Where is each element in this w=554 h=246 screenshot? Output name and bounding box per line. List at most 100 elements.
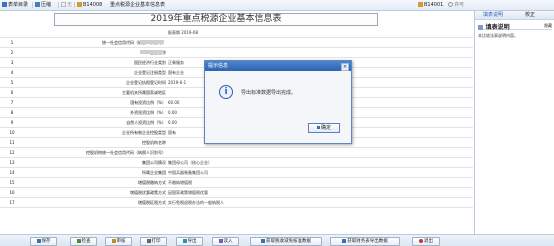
row-number: 2 bbox=[10, 50, 14, 55]
table-row: 2企业名称 bbox=[0, 48, 473, 58]
save-icon bbox=[36, 238, 41, 243]
dialog-title: 提示信息 bbox=[208, 63, 229, 69]
row-value[interactable]: 报表期 2019-08 bbox=[168, 28, 198, 37]
tab-fill-guide[interactable]: 填表说明 bbox=[483, 11, 503, 19]
row-label: 企业登记注册类型 bbox=[134, 70, 166, 75]
side-panel: 填表说明 校正 填表说明 隐藏 本比较法表说明内容。 bbox=[474, 11, 554, 234]
none-button[interactable]: 无 bbox=[61, 1, 72, 9]
dialog-message: 导出标准数据导出完成。 bbox=[241, 90, 297, 96]
table-row: 17 增值税征税方式 实行免税退税办法的一般纳税人 bbox=[0, 198, 473, 208]
tab-correct[interactable]: 校正 bbox=[525, 11, 535, 19]
redacted-value bbox=[140, 40, 164, 44]
row-number: 14 bbox=[9, 170, 15, 175]
table-row: 15 增值税缴纳方式 不缴纳增值税 bbox=[0, 178, 473, 188]
table-row: 13 集团公司情况 集团母公司（核心企业） bbox=[0, 158, 473, 168]
row-number: 10 bbox=[9, 130, 15, 135]
row-label: 国有投资比例（%） bbox=[130, 100, 166, 105]
info-icon: i bbox=[219, 85, 233, 99]
row-number: 8 bbox=[10, 110, 14, 115]
none-icon bbox=[61, 2, 66, 7]
table-row: 报表期 2019-08 bbox=[0, 28, 473, 38]
row-value[interactable]: 因国家政策增值税优惠 bbox=[168, 188, 208, 197]
row-label: 自然人投资比例（%） bbox=[126, 120, 166, 125]
row-number: 13 bbox=[9, 160, 15, 165]
check-icon bbox=[76, 238, 81, 243]
close-icon[interactable]: × bbox=[341, 63, 349, 71]
row-value[interactable]: 集团母公司（核心企业） bbox=[168, 158, 212, 167]
row-value[interactable]: 国有 bbox=[168, 128, 176, 137]
row-number: 12 bbox=[9, 150, 15, 155]
print-icon bbox=[146, 238, 151, 243]
permit-button[interactable]: 许可 bbox=[448, 1, 464, 9]
row-value[interactable]: 中国兵器装备集团公司 bbox=[168, 168, 208, 177]
side-panel-title: 填表说明 bbox=[485, 24, 510, 31]
toolbar-divider bbox=[58, 2, 59, 8]
redacted-value bbox=[140, 50, 164, 54]
row-value[interactable]: 0.00 bbox=[168, 118, 177, 127]
form-name: 重点税源企业基本信息表 bbox=[110, 2, 166, 8]
row-number: 5 bbox=[10, 80, 14, 85]
catalog-icon bbox=[2, 2, 7, 7]
row-value[interactable]: 实行免税退税办法的一般纳税人 bbox=[168, 198, 224, 207]
table-row: 1 统一社会信用代码（纳税人识别号） bbox=[0, 38, 473, 48]
row-label: 增值税优惠政策方式 bbox=[130, 190, 166, 195]
table-row: 14 所属企业集团 中国兵器装备集团公司 bbox=[0, 168, 473, 178]
top-toolbar: 表单目录 压缩 无 B14008 重点税源企业基本信息表 B14001 许可 bbox=[0, 0, 554, 11]
compress-icon bbox=[35, 2, 40, 7]
form-icon bbox=[418, 2, 423, 7]
row-label: 集团公司情况 bbox=[142, 160, 166, 165]
side-panel-text: 本比较法表说明内容。 bbox=[478, 33, 518, 38]
row-label: 企业登记执照登记时间 bbox=[126, 80, 166, 85]
table-row: 12 控股机构统一社会信用代码（纳税人识别号） bbox=[0, 148, 473, 158]
row-number: 4 bbox=[10, 70, 14, 75]
row-label: 外资投资比例（%） bbox=[130, 110, 166, 115]
toolbar-divider bbox=[74, 2, 75, 8]
row-label: 所属企业集团 bbox=[142, 170, 166, 175]
row-number: 17 bbox=[9, 200, 15, 205]
permit-icon bbox=[448, 2, 453, 7]
table-row: 16 增值税优惠政策方式 因国家政策增值税优惠 bbox=[0, 188, 473, 198]
row-label: 国民经济行业类别 bbox=[134, 60, 166, 65]
audit-icon bbox=[111, 238, 116, 243]
row-value[interactable]: 不缴纳增值税 bbox=[168, 178, 192, 187]
row-number: 16 bbox=[9, 190, 15, 195]
exit-icon bbox=[419, 238, 423, 243]
doc-icon bbox=[478, 25, 483, 30]
ok-button[interactable]: 确定 bbox=[308, 123, 340, 133]
row-label: 增值税征税方式 bbox=[138, 200, 166, 205]
row-value[interactable]: 60.00 bbox=[168, 98, 179, 107]
row-number: 1 bbox=[10, 40, 14, 45]
toolbar-divider bbox=[32, 2, 33, 8]
row-value[interactable]: 正餐服务 bbox=[168, 58, 184, 67]
row-number: 7 bbox=[10, 100, 14, 105]
compress-button[interactable]: 压缩 bbox=[35, 1, 51, 9]
form-catalog-button[interactable]: 表单目录 bbox=[2, 1, 28, 9]
bottom-toolbar: 保存 检查 审核 打印 导出 读入 获取税收减免核准数据 获取财务表导出数据 退… bbox=[0, 234, 554, 246]
row-number: 11 bbox=[9, 140, 15, 145]
row-number: 9 bbox=[10, 120, 14, 125]
form-code: B14008 bbox=[77, 1, 102, 9]
export-icon bbox=[182, 238, 187, 243]
ok-icon bbox=[316, 126, 320, 129]
row-label: 主要机关所属国家或地区 bbox=[122, 90, 166, 95]
side-tabs: 填表说明 校正 bbox=[475, 11, 554, 20]
side-panel-header: 填表说明 隐藏 bbox=[478, 22, 552, 31]
form-title: 2019年重点税源企业基本信息表 bbox=[54, 13, 378, 26]
row-number: 3 bbox=[10, 60, 14, 65]
row-label: 控股机构统一社会信用代码（纳税人识别号） bbox=[86, 150, 166, 155]
row-number: 15 bbox=[9, 180, 15, 185]
row-value[interactable]: 0.00 bbox=[168, 108, 177, 117]
right-form-code[interactable]: B14001 bbox=[418, 1, 443, 9]
row-label: 控股机构名称 bbox=[142, 140, 166, 145]
info-dialog: 提示信息 × i 导出标准数据导出完成。 确定 bbox=[204, 60, 352, 144]
row-label: 企业所有制企业控股类型 bbox=[122, 130, 166, 135]
row-value[interactable]: 2019-6-1 bbox=[168, 78, 186, 87]
row-label: 增值税缴纳方式 bbox=[138, 180, 166, 185]
form-icon bbox=[77, 2, 82, 7]
download-icon bbox=[261, 238, 265, 243]
row-value[interactable]: 国有企业 bbox=[168, 68, 184, 77]
row-number: 6 bbox=[10, 90, 14, 95]
hide-button[interactable]: 隐藏 bbox=[544, 23, 552, 29]
download-icon bbox=[342, 238, 347, 243]
dialog-title-bar: 提示信息 × bbox=[205, 61, 351, 71]
